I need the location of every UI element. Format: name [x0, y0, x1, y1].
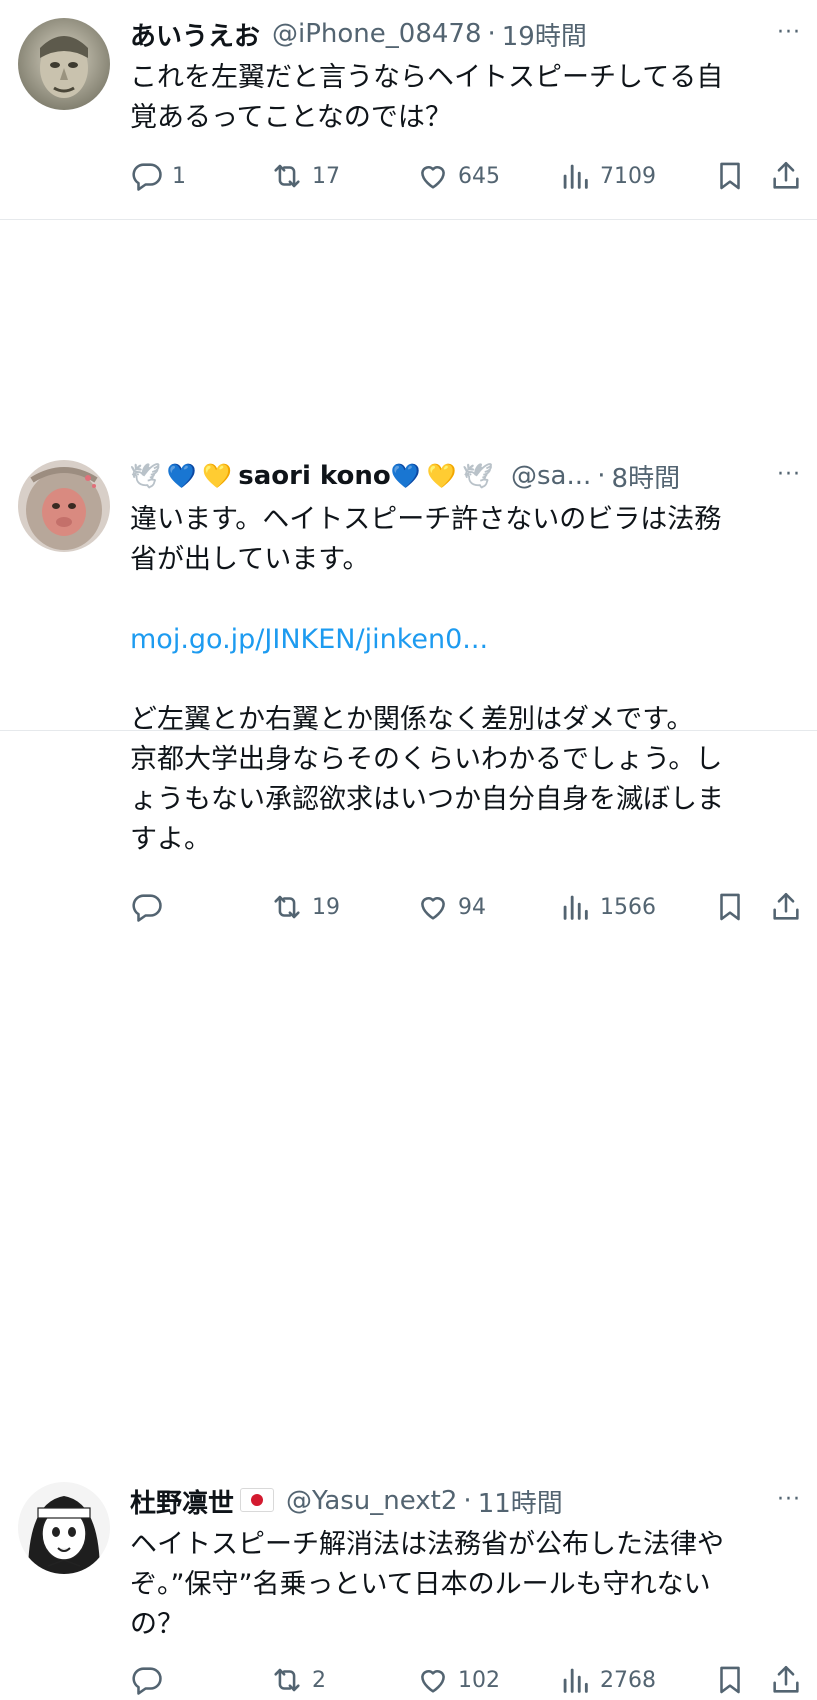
reply-count: 1 [172, 163, 186, 189]
more-icon[interactable]: ··· [777, 1487, 801, 1512]
display-name[interactable]: あいうえお [130, 16, 260, 53]
japan-flag-icon [240, 1487, 275, 1512]
views-icon [563, 1668, 588, 1693]
retweet-button[interactable]: 17 [270, 159, 340, 193]
post-time[interactable]: 19時間 [502, 16, 587, 53]
share-button[interactable] [769, 159, 803, 193]
tweet-header: あいうえお @iPhone_08478 · 19時間 [130, 14, 801, 54]
more-icon[interactable]: ··· [777, 462, 801, 487]
bookmark-button[interactable] [713, 1663, 747, 1697]
yellow-heart-emoji: 💛 [202, 462, 233, 490]
bookmark-icon [720, 162, 740, 190]
reply-button[interactable] [130, 1663, 172, 1697]
action-bar: 1 17 645 7109 [130, 156, 803, 196]
tweet-link[interactable]: moj.go.jp/JINKEN/jinken0... [130, 620, 801, 660]
bookmark-button[interactable] [713, 159, 747, 193]
separator-dot: · [597, 461, 606, 491]
user-handle[interactable]: @sa... [511, 461, 591, 491]
tweet-text: 違います。ヘイトスピーチ許さないのビラは法務 省が出しています。 [130, 504, 722, 575]
tweet-body: 杜野凛世 @Yasu_next2 · 11時間 ··· ヘイトスピーチ解消法は法… [130, 1481, 801, 1645]
share-icon [773, 1665, 799, 1693]
retweet-icon [274, 164, 300, 188]
user-handle[interactable]: @Yasu_next2 [286, 1486, 457, 1516]
display-name[interactable]: 杜野凛世 [130, 1483, 275, 1520]
tweet-text: ヘイトスピーチ解消法は法務省が公布した法律や ぞ。”保守”名乗っといて日本のルー… [130, 1529, 724, 1640]
separator-dot: · [463, 1486, 472, 1516]
tweet-body: あいうえお @iPhone_08478 · 19時間 ··· これを左翼だと言う… [130, 14, 801, 138]
like-count: 645 [458, 163, 500, 189]
tweet-header: 🕊 💙 💛 saori kono💙 💛 🕊 @sa... · 8時間 [130, 456, 801, 496]
user-handle[interactable]: @iPhone_08478 [272, 19, 481, 49]
view-count: 7109 [600, 163, 656, 189]
reply-button[interactable]: 1 [130, 159, 186, 193]
post-time[interactable]: 8時間 [612, 458, 681, 495]
dove-emoji: 🕊 [130, 462, 161, 490]
reply-icon [132, 163, 162, 191]
share-button[interactable] [769, 1663, 803, 1697]
retweet-icon [274, 1668, 300, 1692]
yellow-heart-emoji: 💛 [426, 462, 457, 490]
avatar[interactable] [18, 18, 110, 110]
tweet-1[interactable]: あいうえお @iPhone_08478 · 19時間 ··· これを左翼だと言う… [0, 0, 817, 220]
views-button[interactable]: 7109 [558, 159, 656, 193]
retweet-count: 17 [312, 163, 340, 189]
dove-emoji: 🕊 [462, 462, 493, 490]
retweet-count: 2 [312, 1667, 326, 1693]
post-time[interactable]: 11時間 [478, 1483, 563, 1520]
tweet-2[interactable]: 🕊 💙 💛 saori kono💙 💛 🕊 @sa... · 8時間 ··· 違います。ヘ… [0, 220, 817, 922]
separator-dot: · [487, 19, 496, 49]
views-button[interactable]: 2768 [558, 1663, 656, 1697]
retweet-button[interactable]: 2 [270, 1663, 326, 1697]
avatar[interactable] [18, 460, 110, 552]
blue-heart-emoji: 💙 [166, 462, 197, 490]
like-count: 102 [458, 1667, 500, 1693]
display-name[interactable]: 🕊 💙 💛 saori kono💙 💛 🕊 [130, 461, 499, 491]
tweet-header: 杜野凛世 @Yasu_next2 · 11時間 [130, 1481, 801, 1521]
avatar[interactable] [18, 1482, 110, 1574]
reply-icon [132, 1667, 162, 1695]
tweet-3[interactable]: 杜野凛世 @Yasu_next2 · 11時間 ··· ヘイトスピーチ解消法は法… [0, 731, 817, 1695]
like-button[interactable]: 102 [416, 1663, 500, 1697]
share-icon [773, 161, 799, 189]
blue-heart-emoji: 💙 [390, 462, 421, 490]
views-icon [563, 164, 588, 189]
heart-icon [421, 166, 445, 189]
display-name-text: 杜野凛世 [130, 1488, 235, 1519]
heart-icon [421, 1670, 445, 1693]
like-button[interactable]: 645 [416, 159, 500, 193]
more-icon[interactable]: ··· [777, 20, 801, 45]
view-count: 2768 [600, 1667, 656, 1693]
tweet-text: これを左翼だと言うならヘイトスピーチしてる自 覚あるってことなのでは？ [130, 62, 724, 133]
bookmark-icon [720, 1666, 740, 1694]
display-name-text: saori kono [238, 461, 391, 491]
action-bar: 2 102 2768 [130, 1660, 803, 1700]
